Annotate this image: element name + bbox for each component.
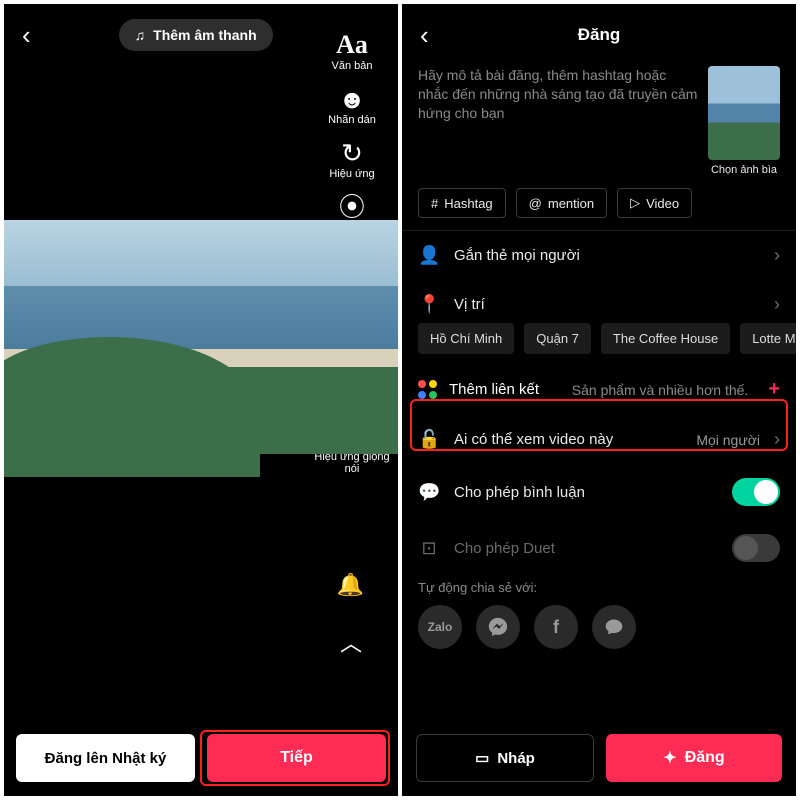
share-messenger-button[interactable] [476, 605, 520, 649]
share-facebook-button[interactable]: f [534, 605, 578, 649]
text-tool[interactable]: Aa Văn bản [332, 32, 373, 72]
location-chip[interactable]: The Coffee House [601, 323, 730, 354]
add-sound-label: Thêm âm thanh [153, 27, 256, 43]
effect-tool[interactable]: ↻ Hiệu ứng [329, 140, 374, 180]
add-link-row[interactable]: Thêm liên kết Sản phẩm và nhiều hơn thế.… [402, 364, 796, 415]
chevron-right-icon: › [774, 294, 780, 315]
tag-people-row[interactable]: 👤 Gắn thẻ mọi người › [402, 231, 796, 280]
location-chip[interactable]: Quận 7 [524, 323, 591, 354]
draft-icon: ▭ [475, 749, 489, 767]
chat-icon [604, 617, 624, 637]
auto-share-label: Tự động chia sẻ với: [402, 576, 796, 605]
who-can-view-row[interactable]: 🔓 Ai có thể xem video này Mọi người › [402, 415, 796, 464]
allow-comments-row: 💬 Cho phép bình luận [402, 464, 796, 520]
apps-icon [418, 380, 437, 399]
editor-screen: ‹ ♫ Thêm âm thanh Aa Văn bản ☻ Nhãn dán … [4, 4, 398, 796]
sticker-tool[interactable]: ☻ Nhãn dán [328, 86, 376, 126]
location-chip[interactable]: Lotte Mart District 7 [740, 323, 796, 354]
mention-icon: @ [529, 196, 542, 211]
draft-button[interactable]: ▭ Nháp [416, 734, 594, 782]
play-icon: ▷ [630, 195, 640, 211]
add-sound-button[interactable]: ♫ Thêm âm thanh [119, 19, 273, 51]
video-preview[interactable] [4, 220, 398, 454]
unlock-icon: 🔓 [418, 429, 440, 450]
page-title: Đăng [402, 25, 796, 45]
chevron-right-icon: › [774, 245, 780, 266]
location-suggestions: Hồ Chí Minh Quận 7 The Coffee House Lott… [402, 323, 796, 364]
plus-icon: + [768, 378, 780, 401]
share-zalo-button[interactable]: Zalo [418, 605, 462, 649]
filter-icon: ⦿ [339, 194, 365, 220]
music-note-icon: ♫ [135, 27, 146, 43]
cover-thumbnail[interactable] [708, 66, 780, 160]
sticker-icon: ☻ [338, 86, 365, 112]
allow-duet-toggle[interactable] [732, 534, 780, 562]
video-chip[interactable]: ▷ Video [617, 188, 692, 218]
allow-comments-toggle[interactable] [732, 478, 780, 506]
sparkle-icon: ✦ [663, 748, 676, 768]
post-screen: ‹ Đăng Hãy mô tả bài đăng, thêm hashtag … [402, 4, 796, 796]
messenger-icon [487, 616, 509, 638]
person-icon: 👤 [418, 245, 440, 266]
effect-icon: ↻ [341, 140, 363, 166]
description-input[interactable]: Hãy mô tả bài đăng, thêm hashtag hoặc nh… [418, 66, 698, 176]
text-icon: Aa [336, 32, 368, 58]
mention-chip[interactable]: @ mention [516, 188, 607, 218]
location-row[interactable]: 📍 Vị trí › [402, 280, 796, 323]
share-chat-button[interactable] [592, 605, 636, 649]
post-button[interactable]: ✦ Đăng [606, 734, 782, 782]
location-chip[interactable]: Hồ Chí Minh [418, 323, 514, 354]
chevron-right-icon: › [774, 429, 780, 450]
hashtag-chip[interactable]: # Hashtag [418, 188, 506, 218]
hashtag-icon: # [431, 196, 438, 211]
comment-icon: 💬 [418, 482, 440, 503]
duet-icon: ⊡ [418, 538, 440, 559]
post-to-story-button[interactable]: Đăng lên Nhật ký [16, 734, 195, 782]
back-button[interactable]: ‹ [16, 18, 37, 52]
expand-tools-button[interactable]: ︿ [340, 626, 362, 658]
allow-duet-row: ⊡ Cho phép Duet [402, 520, 796, 576]
next-button[interactable]: Tiếp [207, 734, 386, 782]
partial-tool-icon: 🔔 [337, 572, 364, 598]
cover-label: Chọn ảnh bìa [711, 164, 777, 176]
location-icon: 📍 [418, 294, 440, 315]
